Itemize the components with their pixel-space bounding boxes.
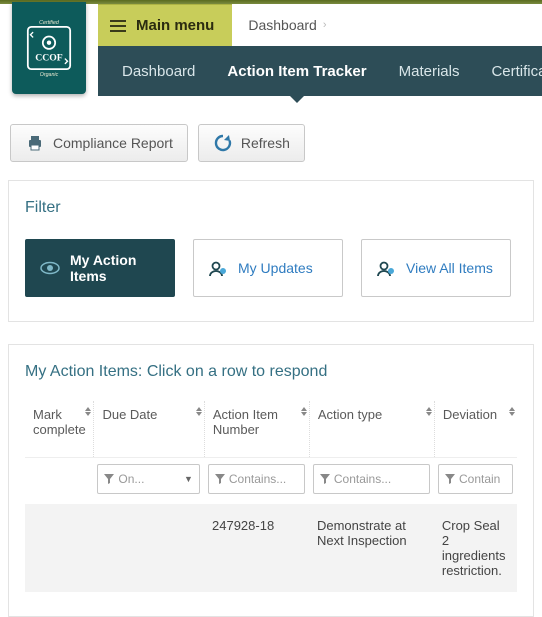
chevron-right-icon: ›: [323, 19, 327, 31]
filter-label: My Action Items: [70, 252, 160, 284]
tab-dashboard[interactable]: Dashboard: [106, 46, 211, 96]
filter-label: My Updates: [238, 260, 313, 276]
sort-icon: [196, 407, 202, 416]
col-mark-complete[interactable]: Mark complete: [25, 401, 93, 457]
tab-certificates[interactable]: Certificates: [475, 46, 542, 96]
main-menu-button[interactable]: Main menu: [98, 4, 232, 46]
col-due-date[interactable]: Due Date: [93, 401, 203, 457]
col-deviation[interactable]: Deviation: [434, 401, 517, 457]
svg-text:Certified: Certified: [39, 20, 60, 26]
filter-panel: Filter My Action Items My Updates View A…: [8, 180, 534, 322]
filter-due-date[interactable]: On... ▼: [97, 464, 199, 494]
funnel-icon: [320, 474, 330, 484]
table-panel: My Action Items: Click on a row to respo…: [8, 344, 534, 617]
action-items-grid: Mark complete Due Date Action Item Numbe…: [25, 401, 517, 592]
table-row[interactable]: 247928-18 Demonstrate at Next Inspection…: [25, 504, 517, 592]
breadcrumb-link[interactable]: Dashboard: [248, 17, 317, 33]
funnel-icon: [104, 474, 114, 484]
filter-view-all-items[interactable]: View All Items: [361, 239, 511, 297]
caret-down-icon: ▼: [184, 474, 193, 484]
compliance-report-button[interactable]: Compliance Report: [10, 124, 188, 162]
funnel-icon: [215, 474, 225, 484]
eye-icon: [40, 261, 60, 275]
tab-materials[interactable]: Materials: [383, 46, 476, 96]
tab-action-item-tracker[interactable]: Action Item Tracker: [211, 46, 382, 96]
sort-icon: [426, 407, 432, 416]
filter-my-action-items[interactable]: My Action Items: [25, 239, 175, 297]
svg-text:Organic: Organic: [40, 72, 59, 78]
funnel-icon: [445, 474, 455, 484]
cell-due: [94, 518, 204, 578]
cell-type: Demonstrate at Next Inspection: [309, 518, 434, 578]
refresh-button[interactable]: Refresh: [198, 124, 305, 162]
nav-tabs: Dashboard Action Item Tracker Materials …: [98, 46, 542, 96]
printer-icon: [25, 133, 45, 153]
filter-title: Filter: [25, 199, 517, 217]
filter-action-type[interactable]: Contains...: [313, 464, 430, 494]
svg-text:CCOF: CCOF: [35, 52, 63, 63]
cell-deviation: Crop Seal 2 ingredients restriction.: [434, 518, 517, 578]
sort-icon: [509, 407, 515, 416]
refresh-icon: [213, 133, 233, 153]
ccof-logo[interactable]: CCOF Certified Organic: [12, 2, 86, 94]
sort-icon: [301, 407, 307, 416]
filter-my-updates[interactable]: My Updates: [193, 239, 343, 297]
refresh-label: Refresh: [241, 135, 290, 151]
sort-icon: [85, 407, 91, 416]
cell-mark: [25, 518, 94, 578]
person-icon: [208, 261, 228, 275]
table-title: My Action Items: Click on a row to respo…: [25, 363, 517, 381]
compliance-report-label: Compliance Report: [53, 135, 173, 151]
breadcrumb: Dashboard ›: [232, 4, 326, 46]
filter-deviation[interactable]: Contain: [438, 464, 513, 494]
cell-number: 247928-18: [204, 518, 309, 578]
person-icon: [376, 261, 396, 275]
filter-action-item-number[interactable]: Contains...: [208, 464, 305, 494]
col-action-item-number[interactable]: Action Item Number: [204, 401, 309, 457]
filter-label: View All Items: [406, 260, 493, 276]
main-menu-label: Main menu: [136, 17, 214, 34]
col-action-type[interactable]: Action type: [309, 401, 434, 457]
hamburger-icon: [110, 20, 126, 32]
